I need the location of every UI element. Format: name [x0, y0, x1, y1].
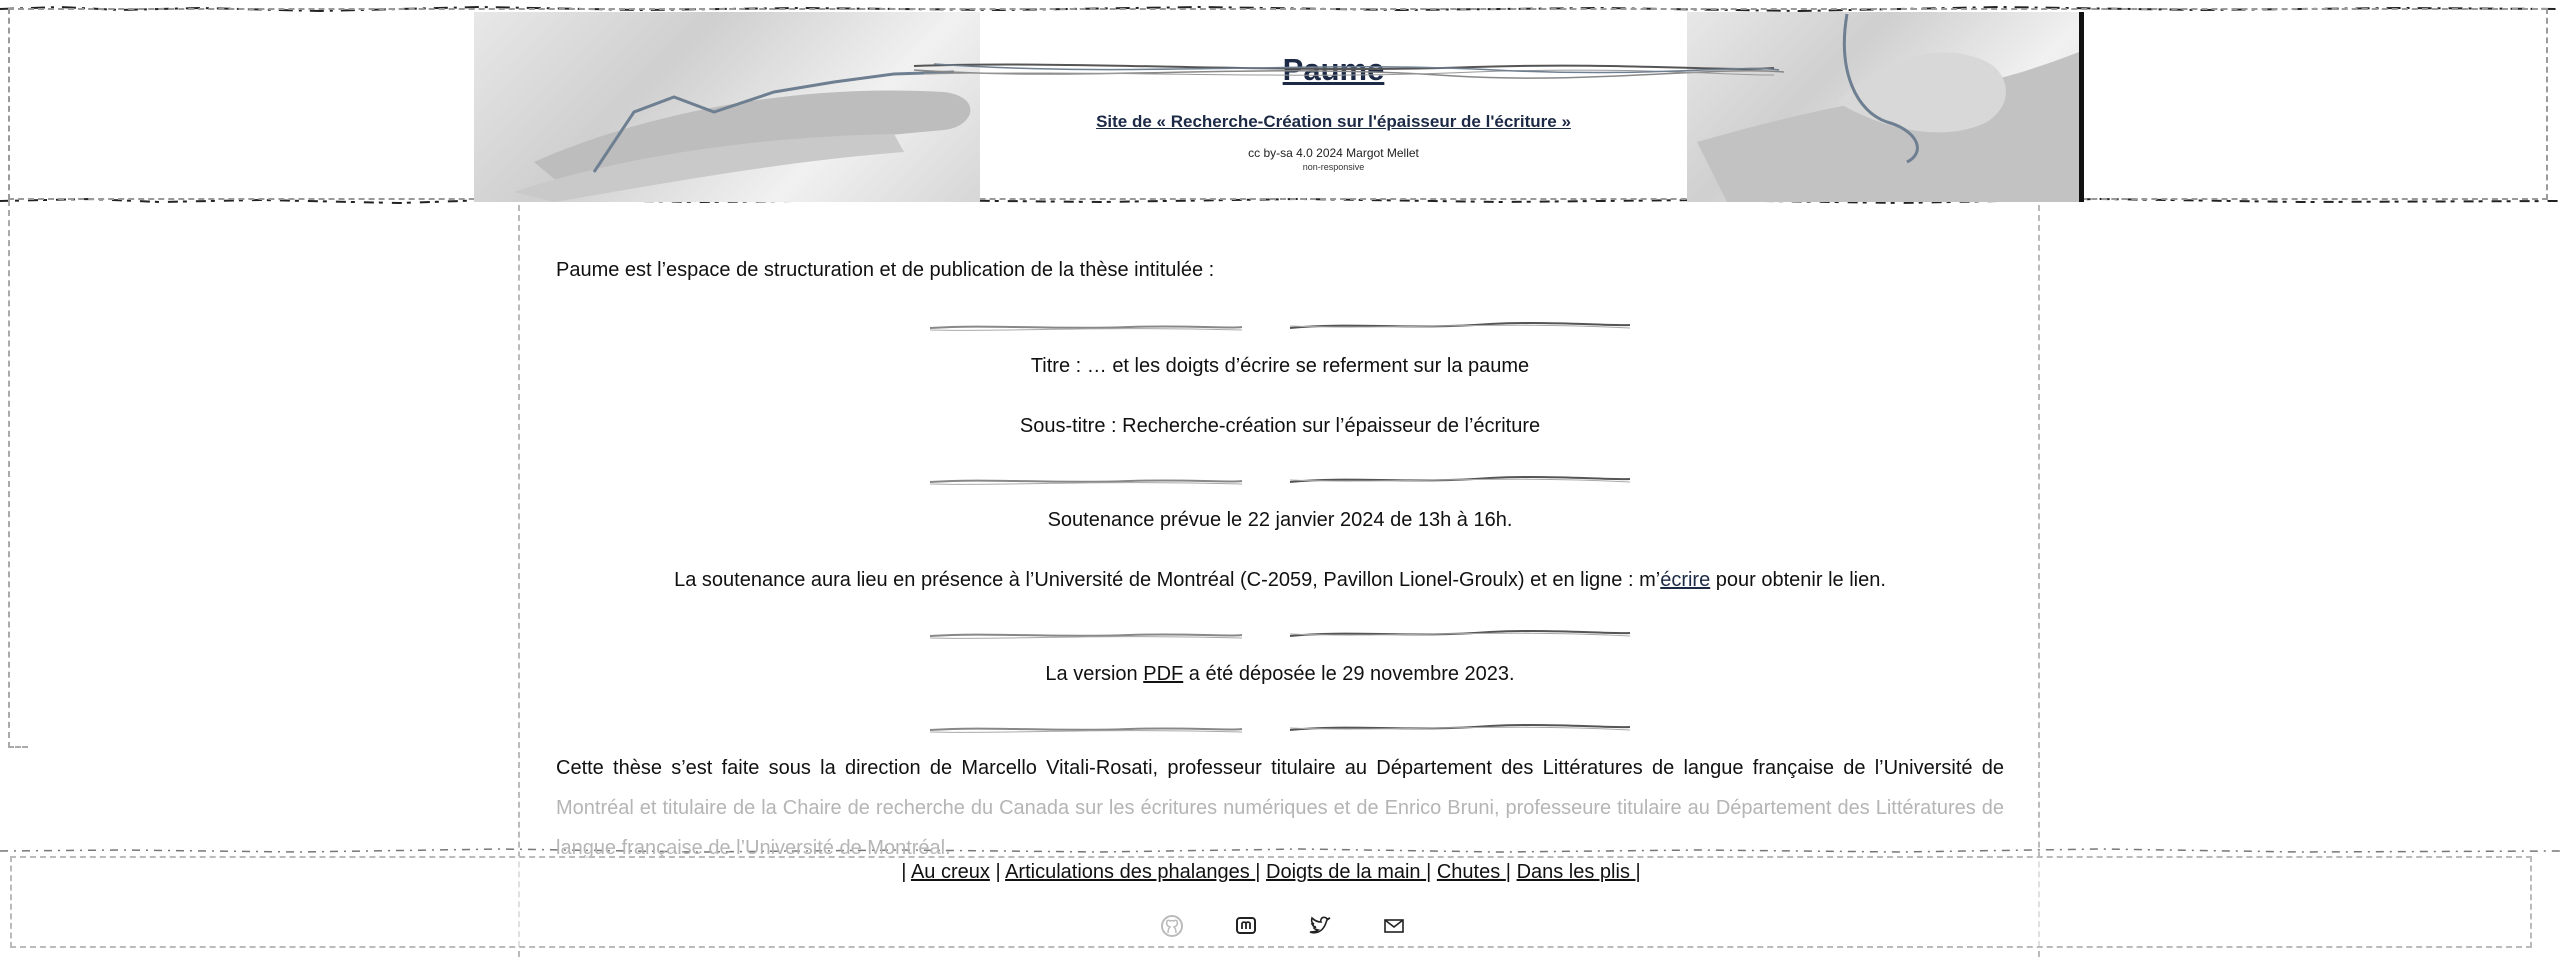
nav-au-creux[interactable]: Au creux — [911, 861, 990, 883]
thesis-title: Titre : … et les doigts d’écrire se refe… — [1030, 355, 1530, 377]
header-wire-lines — [913, 63, 1785, 79]
left-frame — [8, 200, 28, 748]
mastodon-icon[interactable] — [1233, 913, 1259, 939]
nav-separator: | — [1505, 861, 1511, 883]
defense-location-end: pour obtenir le lien. — [1710, 569, 1886, 591]
main-content: Paume est l’espace de structuration et d… — [556, 250, 2004, 868]
direction-paragraph: Cette thèse s’est faite sous la directio… — [556, 748, 2004, 868]
footer-icons — [1159, 913, 1407, 939]
nav-doigts[interactable]: Doigts de la main — [1266, 861, 1426, 883]
intro-paragraph: Paume est l’espace de structuration et d… — [556, 259, 1215, 281]
divider-line — [930, 724, 1630, 733]
nav-chutes[interactable]: Chutes — [1437, 861, 1506, 883]
pdf-link[interactable]: PDF — [1143, 663, 1183, 685]
site-footer: | Au creux | Articulations des phalanges… — [10, 856, 2532, 948]
footer-nav: | Au creux | Articulations des phalanges… — [12, 861, 2530, 884]
contact-link[interactable]: écrire — [1660, 569, 1710, 591]
nav-separator: | — [995, 861, 1001, 883]
defense-date: Soutenance prévue le 22 janvier 2024 de … — [1047, 509, 1513, 531]
pdf-version: La version PDF a été déposée le 29 novem… — [556, 654, 2004, 694]
pdf-version-text: La version — [1045, 663, 1144, 685]
thesis-subtitle: Sous-titre : Recherche-création sur l’ép… — [1019, 415, 1541, 437]
defense-location-text: La soutenance aura lieu en présence à l’… — [674, 569, 1661, 591]
pdf-version-end: a été déposée le 29 novembre 2023. — [1183, 663, 1515, 685]
divider-line — [930, 630, 1630, 639]
nav-separator: | — [1255, 861, 1261, 883]
nav-dans-les-plis[interactable]: Dans les plis — [1517, 861, 1636, 883]
twitter-icon[interactable] — [1307, 913, 1333, 939]
mail-icon[interactable] — [1381, 913, 1407, 939]
nav-separator: | — [1426, 861, 1432, 883]
nav-articulations[interactable]: Articulations des phalanges — [1005, 861, 1255, 883]
nav-separator: | — [901, 861, 907, 883]
github-icon[interactable] — [1159, 913, 1185, 939]
nav-separator: | — [1635, 861, 1641, 883]
direction-text: Cette thèse s’est faite sous la directio… — [556, 757, 2004, 779]
direction-text-faded: Montréal et titulaire de la Chaire de re… — [556, 797, 2004, 859]
site-header: Paume Site de « Recherche-Création sur l… — [474, 12, 2084, 202]
defense-location: La soutenance aura lieu en présence à l’… — [556, 560, 2004, 600]
divider-line — [930, 322, 1630, 331]
divider-line — [930, 476, 1630, 485]
